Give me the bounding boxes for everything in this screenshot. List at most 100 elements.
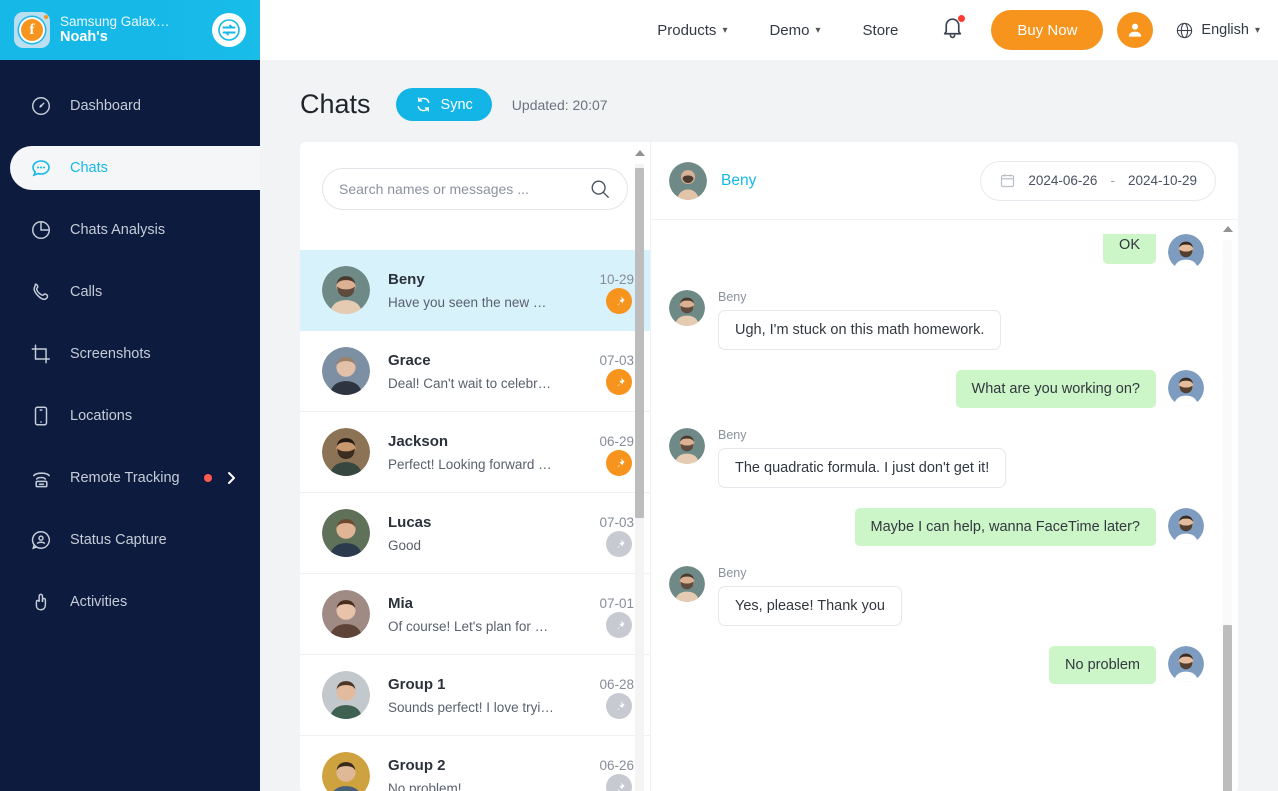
sidebar-item-chats[interactable]: Chats	[10, 146, 260, 190]
scroll-up-arrow-icon[interactable]	[1223, 226, 1233, 232]
conversation-panel: Beny 2024-06-26 - 2024-10-29 OK Beny Ugh, …	[650, 142, 1238, 791]
sidebar-item-label: Calls	[70, 284, 103, 300]
sidebar-item-label: Screenshots	[70, 346, 151, 362]
message-row: Beny Ugh, I'm stuck on this math homework…	[669, 290, 1204, 350]
chat-item-name: Group 2	[388, 756, 446, 774]
chat-item-date: 06-28	[599, 676, 634, 692]
avatar	[322, 671, 370, 719]
sidebar-item-status-capture[interactable]: Status Capture	[0, 518, 260, 562]
sync-button[interactable]: Sync	[395, 88, 492, 121]
avatar	[322, 428, 370, 476]
avatar	[1168, 646, 1204, 682]
user-avatar-icon[interactable]	[1117, 12, 1154, 48]
chat-list-item[interactable]: Beny 10-29 Have you seen the new …	[300, 250, 650, 331]
sidebar-item-label: Status Capture	[70, 532, 167, 548]
broadcast-icon	[28, 465, 54, 491]
sidebar: f Samsung Galax… Noah's Dashboard Chats …	[0, 0, 260, 791]
conversation-scrollbar[interactable]	[1223, 226, 1233, 791]
pin-icon[interactable]	[606, 531, 632, 557]
sidebar-item-activities[interactable]: Activities	[0, 580, 260, 624]
avatar	[1168, 234, 1204, 270]
message-row: OK	[669, 234, 1204, 270]
app-root: f Samsung Galax… Noah's Dashboard Chats …	[0, 0, 1278, 791]
chat-list-item[interactable]: Jackson 06-29 Perfect! Looking forward …	[300, 412, 650, 493]
chat-item-name: Mia	[388, 594, 414, 612]
crop-icon	[28, 341, 54, 367]
chat-list-scrollbar[interactable]	[635, 150, 645, 791]
sidebar-item-screenshots[interactable]: Screenshots	[0, 332, 260, 376]
sidebar-item-locations[interactable]: Locations	[0, 394, 260, 438]
facebook-icon: f	[14, 12, 50, 48]
chat-item-text: Group 1 06-28 Sounds perfect! I love tryi…	[388, 676, 634, 715]
conversation-contact-name: Beny	[721, 171, 757, 189]
chat-item-name: Lucas	[388, 513, 432, 531]
chat-list-item[interactable]: Mia 07-01 Of course! Let's plan for …	[300, 574, 650, 655]
message-row: Beny The quadratic formula. I just don't …	[669, 428, 1204, 488]
chat-list-item[interactable]: Lucas 07-03 Good	[300, 493, 650, 574]
language-selector[interactable]: English ▾	[1175, 21, 1260, 40]
chat-item-date: 10-29	[599, 271, 634, 287]
chevron-down-icon: ▾	[815, 24, 821, 36]
search-input[interactable]	[339, 181, 589, 197]
chat-item-preview: Sounds perfect! I love tryi…	[388, 699, 554, 715]
search-box[interactable]	[322, 168, 628, 210]
globe-icon	[1177, 22, 1193, 38]
chat-item-date: 06-26	[599, 757, 634, 773]
sidebar-item-label: Remote Tracking	[70, 470, 180, 486]
page-title: Chats	[300, 89, 371, 119]
pin-icon[interactable]	[606, 288, 632, 314]
remote-tracking-indicators	[204, 471, 260, 485]
pin-icon[interactable]	[606, 369, 632, 395]
chat-item-preview: Have you seen the new …	[388, 294, 547, 310]
message-row: No problem	[669, 646, 1204, 684]
message-sender: Beny	[718, 290, 747, 304]
chevron-down-icon: ▾	[1254, 24, 1260, 36]
message-list: OK Beny Ugh, I'm stuck on this math homewo…	[651, 220, 1238, 791]
sidebar-item-remote-tracking[interactable]: Remote Tracking	[0, 456, 260, 500]
updated-timestamp: Updated: 20:07	[511, 96, 608, 113]
chat-list-item[interactable]: Grace 07-03 Deal! Can't wait to celebr…	[300, 331, 650, 412]
brand-text: Samsung Galax… Noah's	[60, 14, 212, 46]
date-separator: -	[1110, 173, 1115, 188]
avatar	[322, 347, 370, 395]
chat-list-item[interactable]: Group 1 06-28 Sounds perfect! I love tryi…	[300, 655, 650, 736]
nav-demo-label: Demo	[769, 21, 810, 39]
chat-item-text: Group 2 06-26 No problem!	[388, 757, 634, 791]
buy-now-button[interactable]: Buy Now	[991, 10, 1104, 50]
nav-store[interactable]: Store	[863, 22, 899, 39]
sidebar-item-chats-analysis[interactable]: Chats Analysis	[0, 208, 260, 252]
message-row: Maybe I can help, wanna FaceTime later?	[669, 508, 1204, 546]
chat-list[interactable]: Beny 10-29 Have you seen the new … Grace 07-…	[300, 250, 650, 791]
scroll-up-arrow-icon[interactable]	[635, 150, 645, 156]
conversation-header: Beny 2024-06-26 - 2024-10-29	[651, 142, 1238, 220]
sidebar-item-label: Chats Analysis	[70, 222, 166, 238]
scrollbar-thumb[interactable]	[1223, 625, 1232, 791]
account-name: Noah's	[60, 29, 108, 46]
notification-bell-icon[interactable]	[940, 14, 967, 45]
sidebar-item-label: Dashboard	[70, 98, 141, 114]
date-range-picker[interactable]: 2024-06-26 - 2024-10-29	[980, 160, 1216, 201]
scrollbar-track[interactable]	[1223, 240, 1232, 791]
avatar	[322, 509, 370, 557]
switch-account-icon[interactable]	[212, 13, 246, 47]
chat-item-preview: Of course! Let's plan for …	[388, 618, 549, 634]
pin-icon[interactable]	[606, 450, 632, 476]
pin-icon[interactable]	[606, 612, 632, 638]
nav-demo[interactable]: Demo ▾	[769, 22, 820, 39]
pin-icon[interactable]	[606, 693, 632, 719]
search-icon[interactable]	[589, 178, 611, 200]
sidebar-item-dashboard[interactable]: Dashboard	[0, 84, 260, 128]
chevron-right-icon[interactable]	[226, 471, 238, 485]
chat-item-date: 07-03	[599, 352, 634, 368]
chat-list-item[interactable]: Group 2 06-26 No problem!	[300, 736, 650, 791]
chats-panels: Beny 10-29 Have you seen the new … Grace 07-…	[300, 142, 1238, 791]
avatar	[669, 566, 705, 602]
sidebar-item-label: Chats	[70, 160, 108, 176]
sidebar-item-calls[interactable]: Calls	[0, 270, 260, 314]
nav-products[interactable]: Products ▾	[657, 22, 727, 39]
scrollbar-thumb[interactable]	[635, 168, 644, 518]
avatar	[669, 290, 705, 326]
scrollbar-track[interactable]	[635, 164, 644, 791]
speedometer-icon	[28, 93, 54, 119]
brand-header[interactable]: f Samsung Galax… Noah's	[0, 0, 260, 60]
